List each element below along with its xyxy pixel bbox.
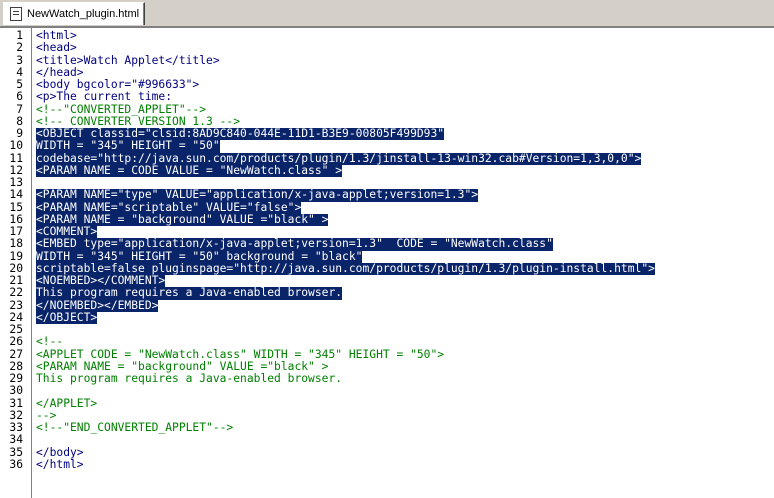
code-text: WIDTH = "345" HEIGHT = "50" background =…	[36, 249, 363, 263]
line-number: 30	[9, 384, 23, 398]
line-number: 26	[9, 335, 23, 349]
line-number: 34	[9, 433, 23, 447]
code-text: This program requires a Java-enabled bro…	[36, 286, 343, 300]
code-text: <APPLET CODE = "NewWatch.class" WIDTH = …	[36, 347, 445, 361]
file-tab-label: NewWatch_plugin.html	[27, 8, 140, 20]
html-file-icon	[10, 7, 22, 21]
line-number: 11	[9, 151, 23, 165]
code-editor[interactable]: 1 <html> 2 <head> 3 <title>Watch Applet</titl…	[0, 27, 774, 498]
file-tab[interactable]: NewWatch_plugin.html	[3, 2, 145, 25]
line-number: 10	[9, 139, 23, 153]
line-number: 23	[9, 298, 23, 312]
code-text: </APPLET>	[36, 396, 98, 410]
line-number: 31	[9, 396, 23, 410]
line-number: 22	[9, 286, 23, 300]
code-text: <p>The current time:	[36, 90, 173, 104]
code-text: </NOEMBED></EMBED>	[36, 298, 159, 312]
code-text: </body>	[36, 445, 84, 459]
code-text: <!--	[36, 335, 64, 349]
line-number: 27	[9, 347, 23, 361]
code-text: <title>Watch Applet</title>	[36, 53, 220, 67]
line-number: 7	[16, 102, 23, 116]
code-text: <!--"CONVERTED_APPLET"-->	[36, 102, 207, 116]
line-number: 15	[9, 200, 23, 214]
line-number: 36	[9, 457, 23, 471]
line-number: 6	[16, 90, 23, 104]
code-text: <head>	[36, 41, 77, 55]
line-number: 14	[9, 188, 23, 202]
line-number: 18	[9, 237, 23, 251]
line-number: 19	[9, 249, 23, 263]
code-text: </OBJECT>	[36, 310, 98, 324]
code-text: WIDTH = "345" HEIGHT = "50"	[36, 139, 220, 153]
code-text: <PARAM NAME = CODE VALUE = "NewWatch.cla…	[36, 163, 343, 177]
tab-bar: NewWatch_plugin.html	[0, 0, 774, 27]
code-text: </html>	[36, 457, 84, 471]
line-number: 35	[9, 445, 23, 459]
code-text: codebase="http://java.sun.com/products/p…	[36, 151, 642, 165]
code-text: <!--"END_CONVERTED_APPLET"-->	[36, 421, 234, 434]
gutter-divider	[31, 28, 32, 498]
code-text: <PARAM NAME="scriptable" VALUE="false">	[36, 200, 302, 214]
code-text: <EMBED type="application/x-java-applet;v…	[36, 237, 553, 251]
code-text: This program requires a Java-enabled bro…	[36, 372, 343, 385]
line-number: 2	[16, 41, 23, 55]
code-text: <PARAM NAME="type" VALUE="application/x-…	[36, 188, 479, 202]
line-number: 3	[16, 53, 23, 67]
